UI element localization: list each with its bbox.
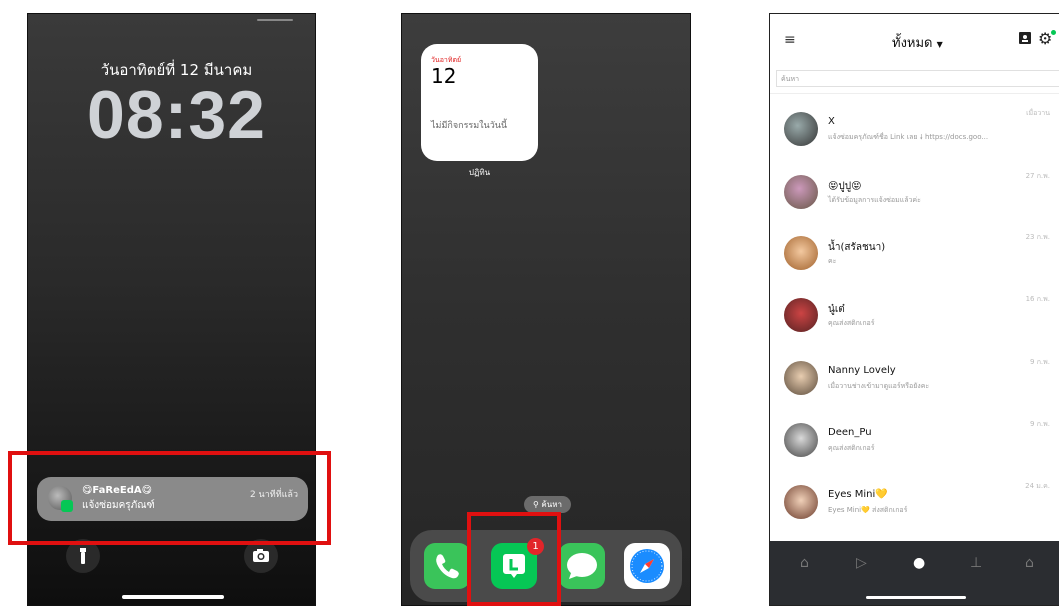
safari-app-icon[interactable] [624, 543, 670, 589]
home-icon[interactable]: ⌂ [800, 555, 809, 571]
bell-icon[interactable]: ⌂ [1025, 555, 1034, 571]
avatar [784, 423, 818, 457]
messages-app-icon[interactable] [559, 543, 605, 589]
play-icon[interactable]: ▷ [856, 555, 867, 571]
avatar [784, 298, 818, 332]
highlight-box [467, 512, 561, 606]
chat-preview: แจ้งซ่อมครุภัณฑ์ชื่อ Link เลย 🠗 https://… [828, 133, 989, 141]
home-indicator[interactable] [122, 595, 224, 599]
chat-preview: Eyes Mini💛 ส่งสติกเกอร์ [828, 506, 908, 514]
avatar [784, 485, 818, 519]
chat-name: Eyes Mini💛 [828, 489, 888, 500]
chat-name: น้ำ(สรัลชนา) [828, 242, 886, 253]
chat-preview: คะ [828, 257, 837, 265]
home-indicator[interactable] [866, 596, 966, 599]
chat-search-input[interactable]: ค้นหา [776, 70, 1059, 87]
chat-row[interactable]: น้ำ(สรัลชนา) คะ 23 ก.พ. [770, 233, 1059, 296]
chat-row[interactable]: Deen_Pu คุณส่งสติกเกอร์ 9 ก.พ. [770, 420, 1059, 483]
status-indicator [257, 19, 293, 21]
bottom-nav: ⌂ ▷ ● ⊥ ⌂ [770, 541, 1059, 605]
highlight-box [8, 451, 331, 545]
chat-preview: ได้รับข้อมูลการแจ้งซ่อมแล้วค่ะ [828, 196, 921, 204]
avatar [784, 236, 818, 270]
chat-time: 24 ม.ค. [1025, 482, 1050, 490]
chat-row[interactable]: Nanny Lovely เมื่อวานช่างเข้ามาดูแอร์หรื… [770, 358, 1059, 421]
widget-day-number: 12 [431, 64, 457, 88]
spotlight-search-button[interactable]: ⚲ ค้นหา [524, 496, 571, 513]
phone-app-icon[interactable] [424, 543, 470, 589]
chevron-down-icon: ▼ [936, 40, 943, 49]
chat-time: 9 ก.พ. [1030, 358, 1050, 366]
chat-time: 27 ก.พ. [1025, 172, 1050, 180]
search-label: ค้นหา [541, 500, 562, 509]
chat-name: Deen_Pu [828, 427, 872, 438]
filter-dropdown[interactable]: ทั้งหมด ▼ [892, 32, 943, 53]
menu-icon[interactable]: ≡ [784, 32, 796, 48]
chat-time: เมื่อวาน [1026, 109, 1050, 117]
avatar [784, 175, 818, 209]
header: ≡ ทั้งหมด ▼ ⚙ [770, 14, 1059, 66]
avatar [784, 112, 818, 146]
contacts-icon[interactable] [1018, 31, 1032, 45]
search-placeholder: ค้นหา [781, 75, 800, 83]
chat-preview: คุณส่งสติกเกอร์ [828, 444, 875, 452]
chat-preview: เมื่อวานช่างเข้ามาดูแอร์หรือยังคะ [828, 382, 930, 390]
chat-preview: คุณส่งสติกเกอร์ [828, 319, 875, 327]
chat-name: X [828, 116, 835, 127]
divider [770, 93, 1059, 94]
chat-time: 9 ก.พ. [1030, 420, 1050, 428]
chat-row[interactable]: Eyes Mini💛 Eyes Mini💛 ส่งสติกเกอร์ 24 ม.… [770, 482, 1059, 545]
calendar-widget[interactable]: วันอาทิตย์ 12 ไม่มีกิจกรรมในวันนี้ [421, 44, 538, 161]
chat-row[interactable]: นู๋เต๋ คุณส่งสติกเกอร์ 16 ก.พ. [770, 295, 1059, 358]
chat-name: Nanny Lovely [828, 365, 896, 376]
chat-name: นู๋เต๋ [828, 304, 845, 315]
chart-icon[interactable]: ⊥ [970, 555, 982, 571]
lock-time: 08:32 [87, 77, 266, 153]
line-chat-list-screen: ≡ ทั้งหมด ▼ ⚙ ค้นหา X แจ้งซ่อมครุภัณฑ์ชื… [769, 13, 1059, 606]
widget-caption: ปฏิทิน [468, 168, 491, 177]
chat-bubble-icon[interactable]: ● [913, 555, 925, 571]
chat-row[interactable]: 😝ปูปู😝 ได้รับข้อมูลการแจ้งซ่อมแล้วค่ะ 27… [770, 172, 1059, 235]
chat-time: 23 ก.พ. [1025, 233, 1050, 241]
settings-dot [1051, 30, 1056, 35]
widget-message: ไม่มีกิจกรรมในวันนี้ [431, 121, 508, 131]
chat-time: 16 ก.พ. [1025, 295, 1050, 303]
avatar [784, 361, 818, 395]
chat-name: 😝ปูปู😝 [828, 181, 862, 192]
chat-row[interactable]: X แจ้งซ่อมครุภัณฑ์ชื่อ Link เลย 🠗 https:… [770, 109, 1059, 172]
header-title: ทั้งหมด [892, 36, 933, 51]
